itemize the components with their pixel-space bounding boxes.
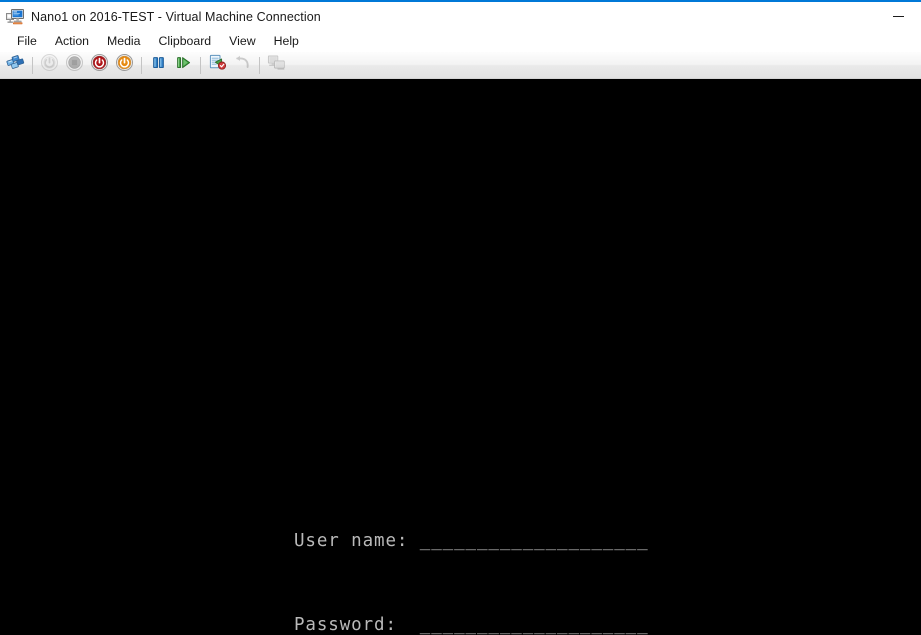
turn-off-icon	[65, 53, 84, 77]
menu-view[interactable]: View	[220, 32, 264, 51]
enhanced-session-icon	[267, 53, 286, 77]
minimize-button[interactable]	[876, 2, 921, 31]
menu-help[interactable]: Help	[265, 32, 308, 51]
menu-media[interactable]: Media	[98, 32, 150, 51]
toolbar-separator-4	[259, 56, 260, 74]
pause-button[interactable]	[147, 54, 170, 77]
revert-icon	[233, 53, 252, 77]
start-icon	[40, 53, 59, 77]
enhanced-session-button[interactable]	[265, 54, 288, 77]
shut-down-icon	[90, 53, 109, 77]
console-line-password: Password: ____________________	[294, 615, 649, 635]
checkpoint-button[interactable]	[206, 54, 229, 77]
resume-icon	[174, 53, 193, 77]
toolbar-separator-2	[141, 56, 142, 74]
minimize-icon	[893, 16, 904, 17]
ctrl-alt-delete-icon	[6, 53, 25, 77]
title-bar: Nano1 on 2016-TEST - Virtual Machine Con…	[0, 2, 921, 31]
menu-clipboard[interactable]: Clipboard	[150, 32, 221, 51]
resume-button[interactable]	[172, 54, 195, 77]
toolbar-separator-1	[32, 56, 33, 74]
reset-icon	[115, 53, 134, 77]
reset-button[interactable]	[113, 54, 136, 77]
title-bar-left: Nano1 on 2016-TEST - Virtual Machine Con…	[0, 2, 321, 31]
menu-bar: File Action Media Clipboard View Help	[0, 31, 921, 52]
vm-console-screen[interactable]: User name: ____________________ Password…	[0, 79, 921, 635]
checkpoint-icon	[208, 53, 227, 77]
pause-icon	[149, 53, 168, 77]
ctrl-alt-delete-icon-button[interactable]	[4, 54, 27, 77]
window-title: Nano1 on 2016-TEST - Virtual Machine Con…	[31, 9, 321, 24]
toolbar	[0, 52, 921, 79]
vm-console-text: User name: ____________________ Password…	[294, 471, 649, 635]
console-line-username: User name: ____________________	[294, 531, 649, 551]
toolbar-separator-3	[200, 56, 201, 74]
menu-file[interactable]: File	[8, 32, 46, 51]
virtual-machine-connection-window: Nano1 on 2016-TEST - Virtual Machine Con…	[0, 0, 921, 635]
start-button[interactable]	[38, 53, 61, 77]
window-controls	[876, 2, 921, 31]
shut-down-button[interactable]	[88, 54, 111, 77]
virtual-machine-icon	[6, 8, 24, 26]
turn-off-button[interactable]	[63, 53, 86, 77]
menu-action[interactable]: Action	[46, 32, 98, 51]
revert-button[interactable]	[231, 54, 254, 77]
